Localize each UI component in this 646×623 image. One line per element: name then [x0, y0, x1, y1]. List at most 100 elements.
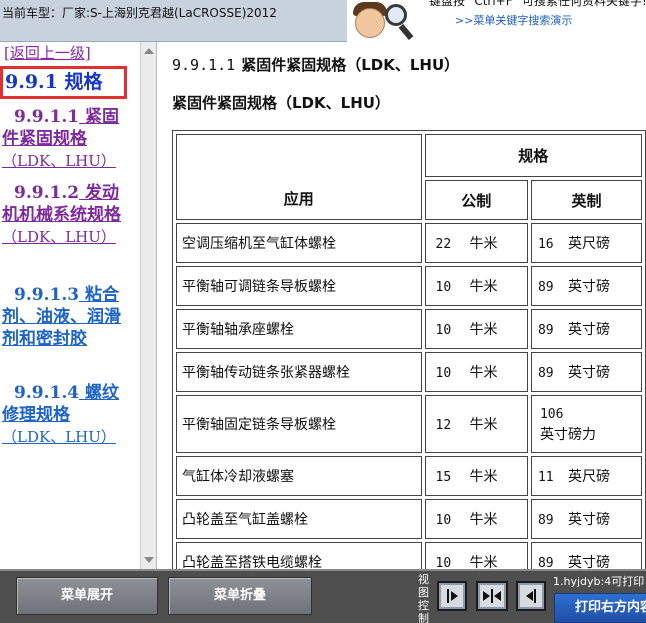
nav-item-adhesives[interactable]: 9.9.1.3 粘合剂、油液、润滑剂和密封胶: [2, 284, 126, 350]
arrow-left-icon: [526, 591, 533, 601]
arrow-right-icon: [451, 591, 458, 601]
view-expand-left-button[interactable]: [516, 581, 546, 611]
imperial-value: 106: [539, 406, 564, 422]
imperial-unit: 英寸磅力: [539, 426, 596, 443]
search-tip: 键盘按 "Ctrl+F" 可搜索任何资料关键字! >>菜单关键字搜索演示: [425, 0, 646, 42]
cell-imperial: 89 英寸磅: [530, 352, 642, 392]
metric-unit: 牛米: [469, 365, 498, 381]
imperial-value: 89: [537, 366, 554, 381]
col-header-application: 应用: [176, 134, 422, 220]
metric-value: 10: [435, 556, 452, 569]
cell-imperial: 89 英寸磅: [530, 499, 642, 539]
nav-item-sub: （LDK、LHU）: [2, 152, 116, 170]
nav-item-number: 9.9.1.4: [14, 383, 80, 403]
search-mascot-icon: [347, 0, 425, 42]
table-row: 凸轮盖至气缸盖螺栓 10 牛米 89 英寸磅: [176, 499, 642, 539]
col-header-spec: 规格: [424, 134, 642, 177]
imperial-unit: 英尺磅: [567, 469, 610, 485]
imperial-unit: 英寸磅: [567, 279, 610, 295]
table-row: 空调压缩机至气缸体螺栓 22 牛米 16 英尺磅: [176, 223, 642, 263]
nav-item-sub: （LDK、LHU）: [2, 228, 116, 246]
cell-application: 气缸体冷却液螺塞: [176, 456, 422, 496]
imperial-unit: 英尺磅: [567, 236, 610, 252]
imperial-unit: 英寸磅: [567, 365, 610, 381]
metric-unit: 牛米: [469, 512, 498, 528]
table-title: 紧固件紧固规格（LDK、LHU）: [172, 94, 390, 112]
metric-unit: 牛米: [469, 555, 498, 569]
document-path: 1.hyjdyb:4可打印: [553, 575, 645, 588]
imperial-value: 89: [537, 280, 554, 295]
imperial-unit: 英寸磅: [567, 322, 610, 338]
metric-value: 15: [435, 470, 452, 485]
scroll-down-arrow-icon[interactable]: [144, 557, 154, 563]
section-heading: 9.9.1.1 紧固件紧固规格（LDK、LHU）: [172, 54, 459, 75]
view-expand-right-button[interactable]: [437, 581, 467, 611]
metric-unit: 牛米: [469, 417, 498, 433]
metric-unit: 牛米: [469, 236, 498, 252]
cell-metric: 10 牛米: [424, 309, 528, 349]
metric-value: 10: [435, 513, 452, 528]
cell-metric: 12 牛米: [424, 395, 528, 453]
col-header-imperial: 英制: [530, 180, 642, 220]
imperial-value: 16: [537, 237, 554, 252]
nav-item-sub: （LDK、LHU）: [2, 428, 116, 446]
imperial-value: 89: [537, 513, 554, 528]
scroll-up-arrow-icon[interactable]: [144, 48, 154, 54]
table-row: 气缸体冷却液螺塞 15 牛米 11 英尺磅: [176, 456, 642, 496]
nav-item-fastener-specs[interactable]: 9.9.1.1 紧固件紧固规格 （LDK、LHU）: [2, 106, 126, 172]
imperial-value: 11: [537, 470, 554, 485]
search-demo-link[interactable]: >>菜单关键字搜索演示: [455, 13, 646, 28]
metric-value: 10: [435, 366, 452, 381]
bar-icon: [491, 589, 493, 603]
bar-icon: [534, 589, 536, 603]
cell-imperial: 106 英寸磅力: [530, 395, 642, 453]
imperial-unit: 英寸磅: [567, 512, 610, 528]
menu-collapse-button[interactable]: 菜单折叠: [168, 577, 312, 615]
imperial-value: 89: [537, 556, 554, 569]
cell-application: 平衡轴轴承座螺栓: [176, 309, 422, 349]
content-pane: 9.9.1.1 紧固件紧固规格（LDK、LHU） 紧固件紧固规格（LDK、LHU）…: [158, 42, 646, 569]
nav-item-engine-mechanical-specs[interactable]: 9.9.1.2 发动机机械系统规格 （LDK、LHU）: [2, 182, 126, 248]
cell-metric: 22 牛米: [424, 223, 528, 263]
cell-metric: 15 牛米: [424, 456, 528, 496]
cell-application: 凸轮盖至搭铁电缆螺栓: [176, 542, 422, 569]
cell-application: 平衡轴传动链条张紧器螺栓: [176, 352, 422, 392]
cell-metric: 10 牛米: [424, 266, 528, 306]
section-number: 9.9.1.1: [172, 56, 236, 74]
cell-metric: 10 牛米: [424, 542, 528, 569]
nav-item-thread-repair-specs[interactable]: 9.9.1.4 螺纹修理规格 （LDK、LHU）: [2, 382, 126, 448]
table-row: 平衡轴固定链条导板螺栓 12 牛米 106 英寸磅力: [176, 395, 642, 453]
nav-item-number: 9.9.1.1: [14, 107, 80, 127]
section-title: 紧固件紧固规格（LDK、LHU）: [241, 56, 460, 74]
metric-unit: 牛米: [469, 279, 498, 295]
imperial-value: 89: [537, 323, 554, 338]
cell-imperial: 11 英尺磅: [530, 456, 642, 496]
search-tip-text: 键盘按 "Ctrl+F" 可搜索任何资料关键字!: [429, 0, 646, 8]
cell-imperial: 89 英寸磅: [530, 309, 642, 349]
current-vehicle-label: 当前车型：厂家:S-上海别克君越(LaCROSSE)2012: [2, 6, 277, 20]
metric-value: 12: [435, 418, 452, 433]
nav-item-number: 9.9.1.2: [14, 183, 80, 203]
menu-expand-button[interactable]: 菜单展开: [16, 577, 158, 615]
cell-imperial: 16 英尺磅: [530, 223, 642, 263]
arrow-right-icon: [483, 591, 490, 601]
view-control-label: 视图控制: [418, 573, 429, 623]
cell-imperial: 89 英寸磅: [530, 266, 642, 306]
fastener-spec-table: 应用 规格 公制 英制 空调压缩机至气缸体螺栓 22 牛米 16 英尺磅 平衡轴可调…: [172, 130, 646, 569]
print-right-content-button[interactable]: 打印右方内容: [554, 593, 646, 623]
cell-application: 凸轮盖至气缸盖螺栓: [176, 499, 422, 539]
top-header: 当前车型：厂家:S-上海别克君越(LaCROSSE)2012 键盘按 "Ctrl…: [0, 0, 646, 42]
back-link[interactable]: [返回上一级]: [4, 42, 91, 63]
imperial-unit: 英寸磅: [567, 555, 610, 569]
cell-metric: 10 牛米: [424, 499, 528, 539]
table-row: 平衡轴可调链条导板螺栓 10 牛米 89 英寸磅: [176, 266, 642, 306]
cell-application: 空调压缩机至气缸体螺栓: [176, 223, 422, 263]
arrow-left-icon: [494, 591, 501, 601]
metric-unit: 牛米: [469, 322, 498, 338]
bar-icon: [447, 589, 449, 603]
metric-unit: 牛米: [469, 469, 498, 485]
nav-scrollbar[interactable]: [140, 42, 156, 569]
view-split-button[interactable]: [476, 581, 508, 611]
cell-application: 平衡轴固定链条导板螺栓: [176, 395, 422, 453]
bottom-toolbar: 菜单展开 菜单折叠 视图控制 1.hyjdyb:4可打印 打印右方内容: [0, 569, 646, 623]
